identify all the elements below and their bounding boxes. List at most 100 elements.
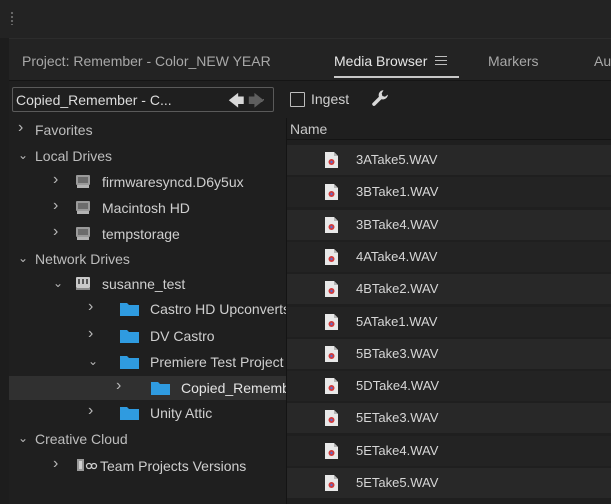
file-row[interactable]: 3ATake5.WAV [287,145,611,175]
panel-tab-bar: Project: Remember - Color_NEW YEAR Media… [9,39,611,81]
file-name: 5ETake3.WAV [356,410,439,426]
folder-icon [120,407,139,420]
tab-media-browser-label: Media Browser [334,53,428,69]
column-header-name[interactable]: Name [287,118,611,140]
media-browser-toolbar: Copied_Remember - C... ⌄ 🡄 🡆 Ingest [9,81,611,117]
tree-item-label: Premiere Test Project [150,354,284,370]
chevron-right-icon[interactable]: › [18,119,23,137]
file-row[interactable]: 5ETake3.WAV [287,403,611,434]
file-name: 3BTake1.WAV [356,184,439,200]
audio-file-icon [325,378,338,395]
tree-item-label: firmwaresyncd.D6y5ux [102,174,244,190]
file-name: 5ETake5.WAV [356,475,439,490]
team-projects-icon [77,459,98,471]
tree-item-label: Unity Attic [150,405,213,421]
wrench-icon[interactable] [369,87,391,109]
chevron-down-icon[interactable]: ⌄ [53,276,63,290]
network-drive-icon [76,277,90,290]
chevron-right-icon[interactable]: › [88,402,93,420]
audio-file-icon [325,216,338,233]
chevron-right-icon[interactable]: › [88,298,93,316]
audio-file-icon [325,313,338,330]
tree-item-susanne-test[interactable]: ⌄ susanne_test [9,272,286,296]
chevron-down-icon[interactable]: ⌄ [18,251,28,265]
tree-item-macintosh-hd[interactable]: › Macintosh HD [9,196,286,220]
folder-tree: › Favorites ⌄ Local Drives › firmwaresyncd.D6… [9,118,286,504]
folder-icon [120,356,139,369]
chevron-down-icon[interactable]: ⌄ [18,148,28,162]
panel-menu-icon[interactable] [435,56,448,65]
tree-item-label: Creative Cloud [35,431,128,447]
chevron-right-icon[interactable]: › [53,455,58,473]
file-name: 5ETake4.WAV [356,442,439,458]
file-row[interactable]: 3BTake4.WAV [287,209,611,240]
file-row[interactable]: 5DTake4.WAV [287,371,611,402]
audio-file-icon [325,345,338,362]
file-name: 4BTake2.WAV [356,281,439,297]
chevron-right-icon[interactable]: › [53,197,58,215]
tree-item-creative-cloud[interactable]: ⌄ Creative Cloud [9,427,286,451]
back-arrow-icon[interactable]: 🡄 [228,90,245,117]
tree-item-label: tempstorage [102,226,180,242]
tree-item-label: Team Projects Versions [100,458,247,474]
tab-media-browser[interactable]: Media Browser [334,53,448,69]
tree-item-label: Copied_Rememb [181,380,286,396]
file-row[interactable]: 5ATake1.WAV [287,306,611,337]
ingest-label: Ingest [311,91,350,107]
tree-item-label: DV Castro [150,328,215,344]
tree-item-tempstorage[interactable]: › tempstorage [9,222,286,246]
hard-drive-icon [76,175,90,188]
tree-item-label: Macintosh HD [102,200,190,216]
tab-project[interactable]: Project: Remember - Color_NEW YEAR [22,53,271,69]
file-row[interactable]: 4BTake2.WAV [287,274,611,305]
file-name: 3BTake4.WAV [356,216,439,232]
tree-item-label: Network Drives [35,251,130,267]
file-row[interactable]: 5ETake4.WAV [287,435,611,466]
file-name: 5BTake3.WAV [356,345,439,361]
tree-item-castro-hd-upconverts[interactable]: › Castro HD Upconverts [9,297,286,321]
tree-item-label: Favorites [35,122,93,138]
chevron-down-icon[interactable]: ⌄ [18,431,28,445]
audio-file-icon [325,152,338,168]
tab-markers[interactable]: Markers [488,53,539,69]
tree-item-team-projects-versions[interactable]: › Team Projects Versions [9,454,286,478]
tree-item-network-drives[interactable]: ⌄ Network Drives [9,247,286,271]
chevron-right-icon[interactable]: › [116,377,121,395]
chevron-right-icon[interactable]: › [88,325,93,343]
audio-file-icon [325,248,338,265]
file-row[interactable]: 4ATake4.WAV [287,241,611,272]
tree-item-local-drives[interactable]: ⌄ Local Drives [9,144,286,168]
forward-arrow-icon[interactable]: 🡆 [248,90,265,117]
tab-audio[interactable]: Au [594,53,611,69]
chevron-down-icon[interactable]: ⌄ [88,354,98,368]
file-row[interactable]: 3BTake1.WAV [287,177,611,208]
folder-icon [120,330,139,343]
audio-file-icon [325,281,338,298]
tree-item-label: Castro HD Upconverts [150,301,286,317]
tree-item-premiere-test-project[interactable]: ⌄ Premiere Test Project [9,350,286,374]
tree-item-favorites[interactable]: › Favorites [9,118,286,142]
folder-icon [151,382,170,395]
audio-file-icon [325,184,338,201]
tree-item-dv-castro[interactable]: › DV Castro [9,324,286,348]
media-browser-panel: Project: Remember - Color_NEW YEAR Media… [9,38,611,504]
tree-item-label: Local Drives [35,148,113,164]
audio-file-icon [325,442,338,459]
ingest-checkbox[interactable] [290,92,305,107]
tree-item-firmwaresyncd-d6y5ux[interactable]: › firmwaresyncd.D6y5ux [9,170,286,194]
tree-item-unity-attic[interactable]: › Unity Attic [9,401,286,425]
file-name: 4ATake4.WAV [356,248,438,264]
folder-icon [120,303,139,316]
file-row[interactable]: 5ETake5.WAV [287,468,611,498]
chevron-right-icon[interactable]: › [53,171,58,189]
file-name: 5DTake4.WAV [356,378,440,394]
active-tab-indicator [334,76,459,78]
file-name: 3ATake5.WAV [356,152,438,167]
file-row[interactable]: 5BTake3.WAV [287,338,611,369]
path-dropdown-label: Copied_Remember - C... [16,92,172,108]
app-title-bar [0,0,611,38]
file-name: 5ATake1.WAV [356,313,438,329]
chevron-right-icon[interactable]: › [53,223,58,241]
tree-item-copied-rememb[interactable]: › Copied_Rememb [9,376,286,400]
drag-grip-icon[interactable] [10,11,14,25]
